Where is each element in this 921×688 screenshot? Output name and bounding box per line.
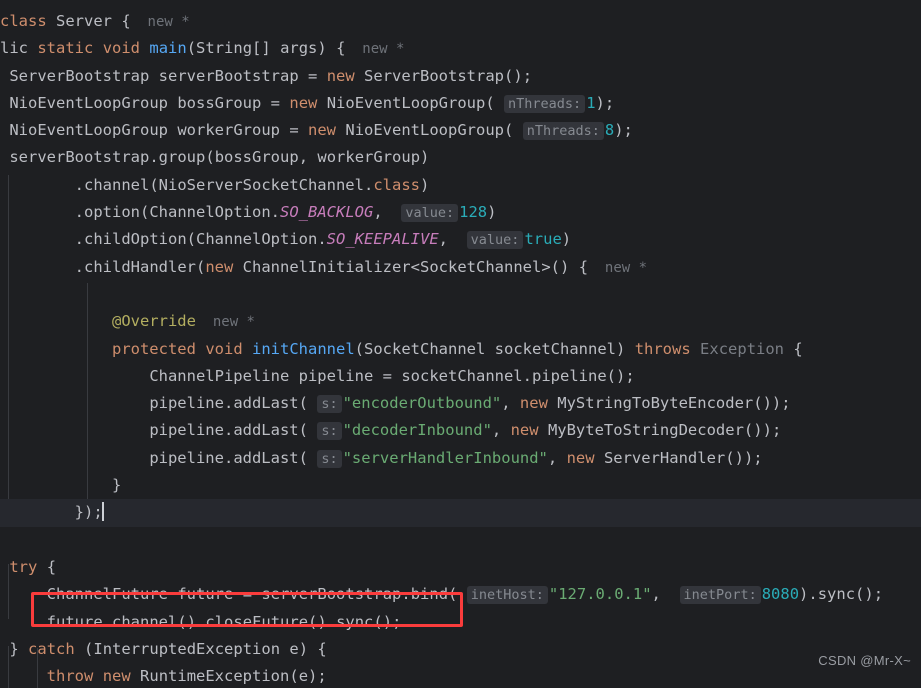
- code-line-22[interactable]: ChannelFuture future = serverBootstrap.b…: [0, 581, 921, 608]
- code-line-12[interactable]: @Override new *: [0, 308, 921, 335]
- watermark: CSDN @Mr-X~: [818, 652, 911, 668]
- parameter-hint: value:: [466, 231, 524, 250]
- parameter-hint: s:: [317, 449, 342, 468]
- code-line-23[interactable]: future.channel().closeFuture().sync();: [0, 609, 921, 636]
- vcs-inlay-hint: new *: [130, 14, 190, 30]
- code-line-18[interactable]: }: [0, 472, 921, 499]
- code-line-11[interactable]: [0, 281, 921, 308]
- code-line-21[interactable]: try {: [0, 554, 921, 581]
- vcs-inlay-hint: new *: [195, 314, 255, 331]
- code-editor-screenshot: class Server { new * lic static void main…: [0, 0, 921, 688]
- code-line-20[interactable]: [0, 527, 921, 554]
- code-line-6[interactable]: serverBootstrap.group(bossGroup, workerG…: [0, 144, 921, 171]
- vcs-inlay-hint: new *: [345, 41, 405, 58]
- code-content[interactable]: class Server { new * lic static void main…: [0, 8, 921, 688]
- code-line-1[interactable]: class Server { new *: [0, 8, 921, 35]
- code-line-3[interactable]: ServerBootstrap serverBootstrap = new Se…: [0, 63, 921, 90]
- parameter-hint: value:: [401, 204, 459, 223]
- parameter-hint: nThreads:: [504, 94, 586, 113]
- code-line-14[interactable]: ChannelPipeline pipeline = socketChannel…: [0, 363, 921, 390]
- code-line-13[interactable]: protected void initChannel(SocketChannel…: [0, 336, 921, 363]
- code-line-2[interactable]: lic static void main(String[] args) { ne…: [0, 35, 921, 62]
- code-line-5[interactable]: NioEventLoopGroup workerGroup = new NioE…: [0, 117, 921, 144]
- parameter-hint: inetPort:: [679, 586, 761, 605]
- code-line-9[interactable]: .childOption(ChannelOption.SO_KEEPALIVE,…: [0, 226, 921, 253]
- parameter-hint: inetHost:: [466, 586, 548, 605]
- code-line-15[interactable]: pipeline.addLast( s: "encoderOutbound", n…: [0, 390, 921, 417]
- parameter-hint: s:: [317, 422, 342, 441]
- vcs-inlay-hint: new *: [588, 259, 648, 276]
- code-line-19[interactable]: });: [0, 499, 921, 527]
- text-caret: [101, 502, 104, 522]
- code-line-17[interactable]: pipeline.addLast( s: "serverHandlerInboun…: [0, 445, 921, 472]
- parameter-hint: s:: [317, 395, 342, 414]
- code-line-8[interactable]: .option(ChannelOption.SO_BACKLOG, value:…: [0, 199, 921, 226]
- code-line-4[interactable]: NioEventLoopGroup bossGroup = new NioEve…: [0, 90, 921, 117]
- parameter-hint: nThreads:: [522, 122, 604, 141]
- code-line-7[interactable]: .channel(NioServerSocketChannel.class): [0, 172, 921, 199]
- code-line-16[interactable]: pipeline.addLast( s: "decoderInbound", ne…: [0, 417, 921, 444]
- code-line-10[interactable]: .childHandler(new ChannelInitializer<Soc…: [0, 254, 921, 281]
- code-line-24[interactable]: } catch (InterruptedException e) {: [0, 636, 921, 663]
- code-line-25[interactable]: throw new RuntimeException(e);: [0, 663, 921, 688]
